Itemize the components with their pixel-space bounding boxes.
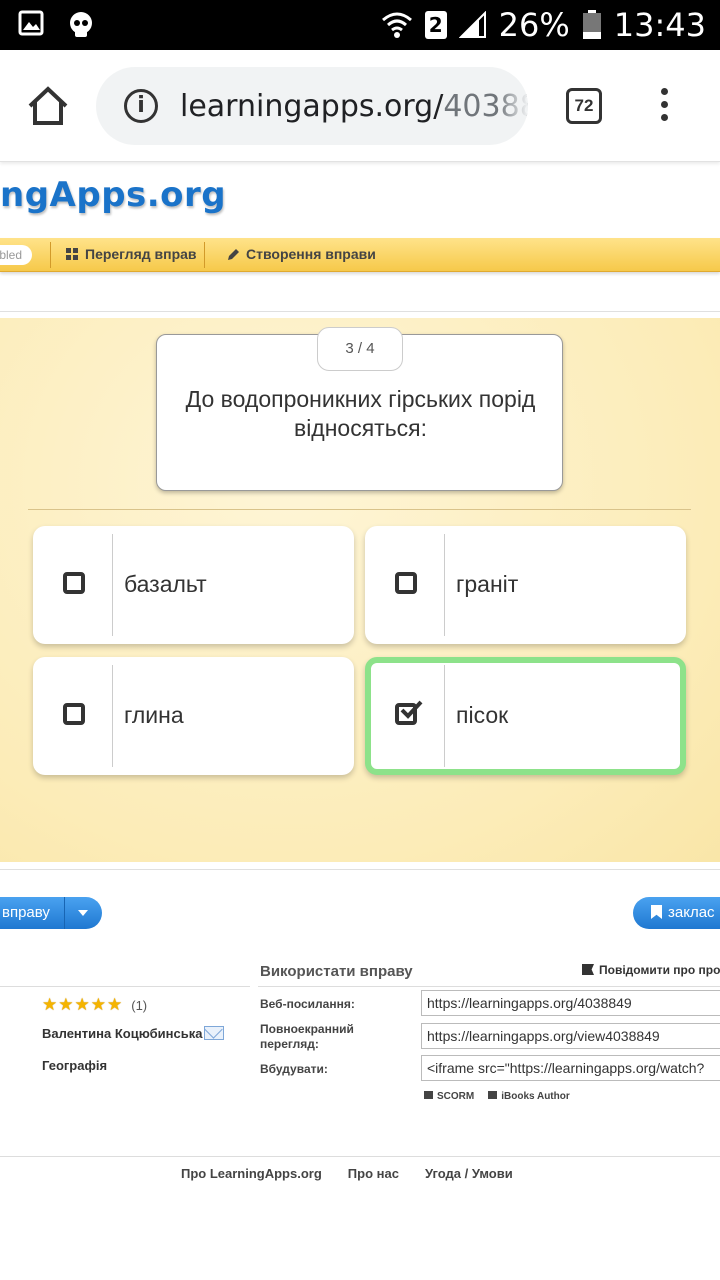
embed-label: Вбудувати: xyxy=(260,1062,328,1076)
report-label: Повідомити про про xyxy=(599,963,720,977)
wifi-icon xyxy=(381,12,412,38)
star-icon[interactable]: ★ xyxy=(75,995,90,1015)
star-icon[interactable]: ★ xyxy=(107,995,122,1015)
sim-badge: 2 xyxy=(424,11,447,39)
grid-icon xyxy=(66,247,78,260)
ibooks-link[interactable]: iBooks Author xyxy=(488,1091,570,1102)
subject-category[interactable]: Географія xyxy=(42,1058,107,1073)
author-name[interactable]: Валентина Коцюбинська xyxy=(42,1026,202,1041)
rating-count: (1) xyxy=(131,997,148,1013)
web-link-field[interactable]: https://learningapps.org/4038849 xyxy=(421,990,720,1016)
star-icon[interactable]: ★ xyxy=(58,995,73,1015)
skull-icon xyxy=(70,12,92,37)
exercise-area: 3 / 4 До водопроникних гірських порід ві… xyxy=(0,318,720,862)
question-counter: 3 / 4 xyxy=(317,327,403,371)
ibooks-label: iBooks Author xyxy=(501,1091,570,1102)
checkbox-icon[interactable] xyxy=(63,703,85,725)
tab-switcher-button[interactable]: 72 xyxy=(566,88,602,124)
site-navbar: bled Перегляд вправ Створення вправи xyxy=(0,238,720,272)
url-text[interactable]: learningapps.org/4038849 xyxy=(180,89,528,124)
gallery-icon xyxy=(18,10,44,36)
battery-percent: 26% xyxy=(498,6,570,44)
question-text: До водопроникних гірських порід відносят… xyxy=(185,386,536,441)
answer-option-clay[interactable]: глина xyxy=(33,657,354,775)
chevron-down-icon[interactable] xyxy=(78,910,88,916)
bookmark-icon xyxy=(651,905,662,919)
scorm-label: SCORM xyxy=(437,1091,475,1102)
overflow-menu-icon[interactable] xyxy=(656,88,672,128)
address-bar[interactable]: i learningapps.org/4038849 xyxy=(96,67,528,145)
star-icon[interactable]: ★ xyxy=(91,995,106,1015)
answer-option-sand[interactable]: пісок xyxy=(365,657,686,775)
checkbox-icon[interactable] xyxy=(395,572,417,594)
exercise-button-label: вправу xyxy=(2,904,50,921)
answer-option-granite[interactable]: граніт xyxy=(365,526,686,644)
bookmark-label: заклас xyxy=(668,904,715,921)
footer-links: Про LearningApps.org Про нас Угода / Умо… xyxy=(181,1166,513,1181)
embed-code-field[interactable]: <iframe src="https://learningapps.org/wa… xyxy=(421,1055,720,1081)
exercise-dropdown-button[interactable]: вправу xyxy=(0,897,102,929)
book-icon xyxy=(488,1091,498,1099)
answer-label: базальт xyxy=(124,571,207,597)
fullscreen-link-field[interactable]: https://learningapps.org/view4038849 xyxy=(421,1023,720,1049)
answer-label: глина xyxy=(124,702,184,728)
star-icon[interactable]: ★ xyxy=(42,995,57,1015)
browser-toolbar: i learningapps.org/4038849 72 xyxy=(0,50,720,162)
report-link[interactable]: Повідомити про про xyxy=(582,963,720,977)
nav-browse-label: Перегляд вправ xyxy=(85,246,197,262)
nav-create-label: Створення вправи xyxy=(246,246,376,262)
fullscreen-label: Повноекранний перегляд: xyxy=(260,1022,354,1051)
url-domain: learningapps.org/ xyxy=(180,89,444,124)
use-exercise-title: Використати вправу xyxy=(260,963,413,980)
footer-link-terms[interactable]: Угода / Умови xyxy=(425,1166,513,1181)
footer-link-about-app[interactable]: Про LearningApps.org xyxy=(181,1166,322,1181)
info-icon[interactable]: i xyxy=(124,89,158,123)
status-bar: 2 26% 13:43 xyxy=(0,0,720,50)
rating[interactable]: ★ ★ ★ ★ ★ (1) xyxy=(42,995,147,1015)
web-link-label: Веб-посилання: xyxy=(260,997,355,1011)
scorm-link[interactable]: SCORM xyxy=(424,1091,474,1102)
question-card: 3 / 4 До водопроникних гірських порід ві… xyxy=(156,327,563,491)
checked-checkbox-icon[interactable] xyxy=(395,700,423,725)
export-links: SCORM iBooks Author xyxy=(424,1091,570,1102)
briefcase-icon xyxy=(424,1091,433,1099)
answer-label: пісок xyxy=(456,702,509,728)
clock: 13:43 xyxy=(613,6,706,44)
nav-create-exercise[interactable]: Створення вправи xyxy=(227,246,376,262)
bookmark-button[interactable]: заклас xyxy=(633,897,720,929)
battery-icon xyxy=(582,10,601,39)
checkbox-icon[interactable] xyxy=(63,572,85,594)
nav-browse-exercises[interactable]: Перегляд вправ xyxy=(66,246,197,262)
home-icon[interactable] xyxy=(26,84,70,128)
mail-icon[interactable] xyxy=(204,1026,224,1040)
signal-icon xyxy=(458,11,486,38)
footer-link-about-us[interactable]: Про нас xyxy=(348,1166,399,1181)
nav-search-pill[interactable]: bled xyxy=(0,245,32,265)
answer-option-basalt[interactable]: базальт xyxy=(33,526,354,644)
answer-label: граніт xyxy=(456,571,519,597)
pencil-icon xyxy=(228,248,239,260)
site-logo[interactable]: ngApps.org xyxy=(0,175,226,215)
flag-icon xyxy=(582,964,594,975)
